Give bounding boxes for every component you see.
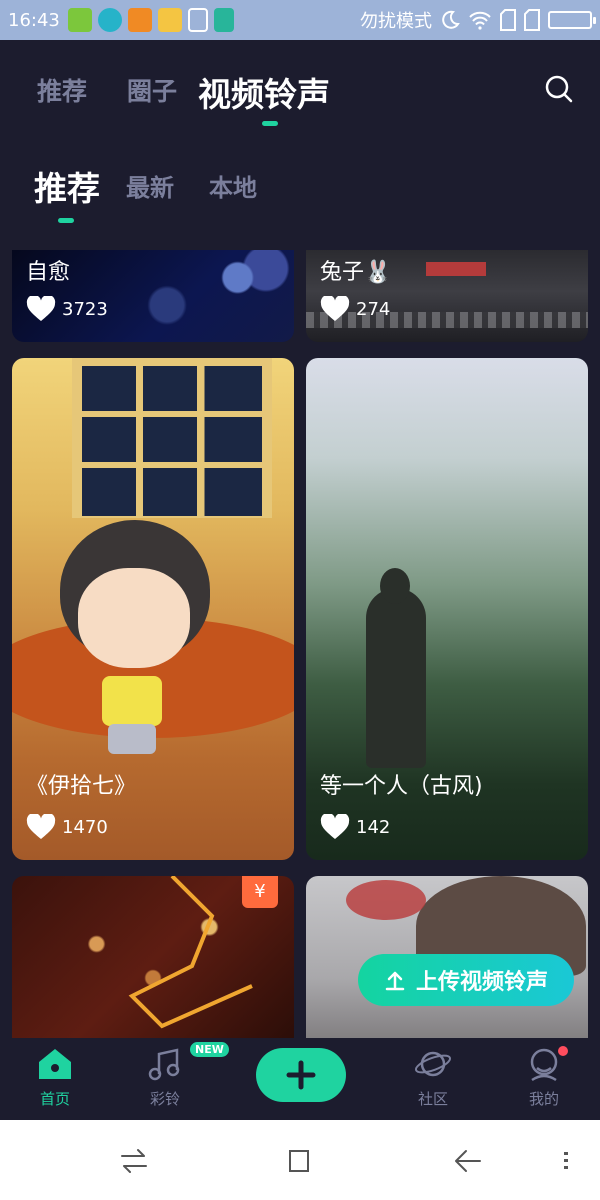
tab-recommend[interactable]: 推荐 xyxy=(37,72,87,108)
like-count: 142 xyxy=(356,816,391,838)
plus-icon xyxy=(286,1060,316,1090)
card-likes: 1470 xyxy=(26,814,108,840)
back-arrow-icon[interactable] xyxy=(454,1148,482,1174)
like-count: 1470 xyxy=(62,816,108,838)
card-likes: 142 xyxy=(320,814,390,840)
video-card[interactable]: 等一个人（古风) 142 xyxy=(306,358,588,860)
card-title: 《伊拾七》 xyxy=(26,774,137,799)
app-notification-icon xyxy=(97,8,122,32)
card-title: 等一个人（古风) xyxy=(320,774,483,799)
heart-icon[interactable] xyxy=(26,814,56,840)
status-bar: 16:43 勿扰模式 xyxy=(0,0,600,40)
card-likes: 274 xyxy=(320,296,390,322)
moon-icon xyxy=(442,10,460,29)
nav-item-home[interactable]: 首页 xyxy=(20,1046,90,1109)
card-thumbnail xyxy=(380,568,410,604)
nav-item-community[interactable]: 社区 xyxy=(398,1046,468,1109)
card-likes: 3723 xyxy=(26,296,108,322)
video-card[interactable]: ¥ xyxy=(12,876,294,1046)
upload-video-ringtone-button[interactable]: 上传视频铃声 xyxy=(358,954,574,1006)
status-time: 16:43 xyxy=(8,9,60,31)
bottom-nav: 首页 彩铃 NEW 社区 我的 xyxy=(0,1038,600,1120)
tab-video-ringtone[interactable]: 视频铃声 xyxy=(198,68,330,116)
card-thumbnail xyxy=(78,568,190,668)
sub-nav: 推荐 最新 本地 xyxy=(0,140,600,230)
heart-icon[interactable] xyxy=(26,296,56,322)
nav-label: 彩铃 xyxy=(149,1090,180,1108)
subtab-indicator xyxy=(58,218,74,223)
usb-icon xyxy=(213,8,234,32)
card-thumbnail xyxy=(426,262,486,276)
nav-item-ringtone[interactable]: 彩铃 xyxy=(130,1046,200,1109)
music-note-icon xyxy=(148,1048,180,1081)
sim-icon xyxy=(500,9,516,31)
subtab-local[interactable]: 本地 xyxy=(209,168,257,203)
nav-item-profile[interactable]: 我的 xyxy=(509,1046,579,1109)
like-count: 274 xyxy=(356,298,391,320)
subtab-recommend[interactable]: 推荐 xyxy=(34,162,100,210)
like-count: 3723 xyxy=(62,298,108,320)
new-badge: NEW xyxy=(190,1042,229,1057)
price-badge: ¥ xyxy=(242,876,278,908)
tab-indicator xyxy=(262,121,278,126)
video-card[interactable]: 兔子🐰 274 xyxy=(306,250,588,342)
card-thumbnail xyxy=(72,358,272,518)
video-card[interactable]: 《伊拾七》 1470 xyxy=(12,358,294,860)
app-screen: 推荐 圈子 视频铃声 推荐 最新 本地 自愈 3723 兔子🐰 274 《伊拾七… xyxy=(0,40,600,1120)
subtab-latest[interactable]: 最新 xyxy=(126,168,174,203)
heart-icon[interactable] xyxy=(320,814,350,840)
heart-icon[interactable] xyxy=(320,296,350,322)
sim-icon xyxy=(524,9,540,31)
card-thumbnail xyxy=(108,724,156,754)
card-thumbnail xyxy=(366,588,426,768)
brush-icon xyxy=(187,8,208,32)
card-thumbnail xyxy=(346,880,426,920)
wifi-icon xyxy=(469,11,491,30)
create-button[interactable] xyxy=(256,1048,346,1102)
card-thumbnail xyxy=(102,676,162,726)
upload-icon xyxy=(385,971,405,991)
search-icon[interactable] xyxy=(544,74,574,104)
top-nav: 推荐 圈子 视频铃声 xyxy=(0,40,600,140)
app-notification-icon xyxy=(67,8,92,32)
card-title: 兔子🐰 xyxy=(320,260,392,285)
video-card[interactable]: 自愈 3723 xyxy=(12,250,294,342)
nav-label: 我的 xyxy=(528,1090,559,1108)
nav-label: 首页 xyxy=(39,1090,70,1108)
folder-icon xyxy=(157,8,182,32)
notification-dot xyxy=(558,1046,568,1056)
home-icon xyxy=(39,1049,71,1079)
card-title: 自愈 xyxy=(26,260,71,285)
tab-circle[interactable]: 圈子 xyxy=(127,72,177,108)
menu-dots-icon[interactable] xyxy=(562,1148,570,1174)
warning-icon xyxy=(127,8,152,32)
planet-icon xyxy=(414,1051,452,1077)
switch-apps-icon[interactable] xyxy=(120,1148,148,1174)
upload-button-label: 上传视频铃声 xyxy=(415,970,548,995)
nav-label: 社区 xyxy=(417,1090,448,1108)
system-nav-bar xyxy=(0,1120,600,1200)
dnd-label: 勿扰模式 xyxy=(360,11,432,32)
home-square-icon[interactable] xyxy=(287,1148,313,1174)
battery-icon xyxy=(548,11,596,29)
